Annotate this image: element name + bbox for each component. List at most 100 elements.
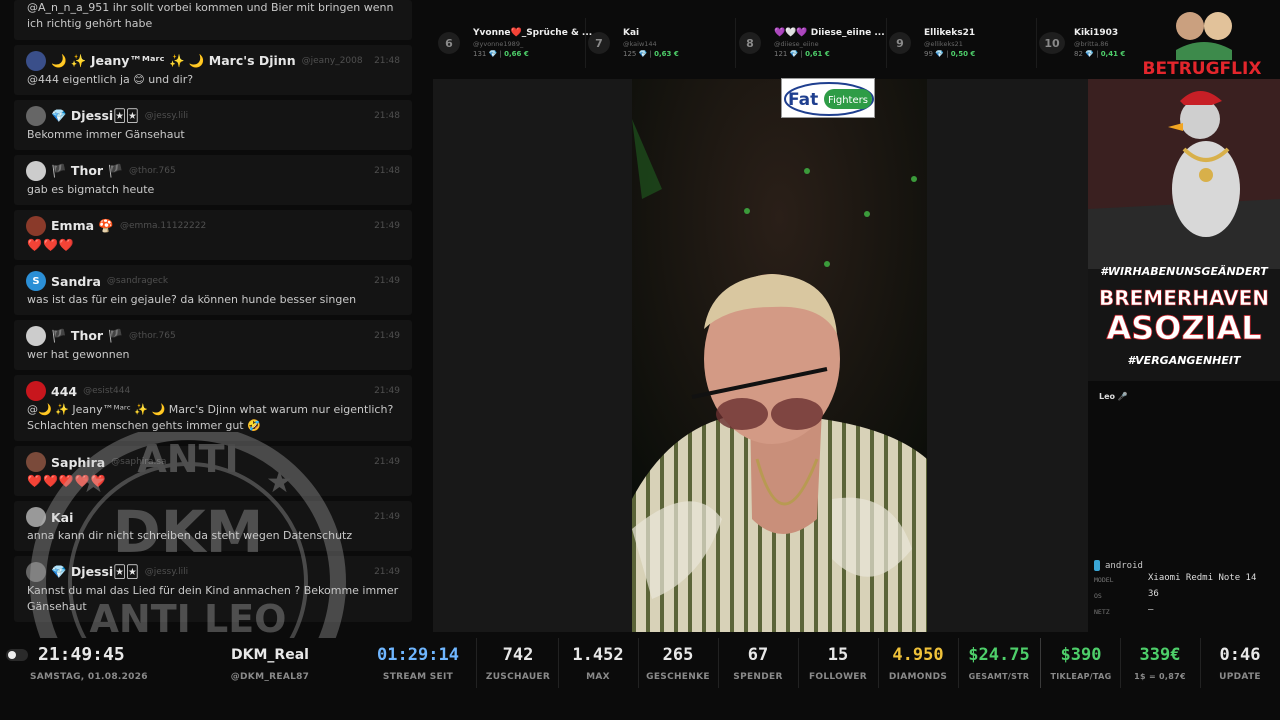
- rank-handle: @yvonne1989_: [473, 40, 524, 48]
- diamonds-label: DIAMONDS: [888, 672, 948, 682]
- channel-cell[interactable]: DKM_Real @DKM_REAL87: [200, 638, 340, 688]
- poster-line-2: ASOZIAL: [1106, 309, 1261, 347]
- rank-number: 9: [889, 32, 911, 54]
- rank-stats: 121 💎 | 0,61 €: [774, 50, 830, 58]
- top-gifter-ranking: 6 Yvonne❤️_Sprüche & ... @yvonne1989_ 13…: [433, 18, 1125, 70]
- rank-stats: 131 💎 | 0,66 €: [473, 50, 529, 58]
- diamond-icon: 💎: [1085, 50, 1094, 58]
- device-os-title: android: [1105, 560, 1143, 571]
- chat-username[interactable]: 🏴 Thor 🏴: [51, 163, 123, 179]
- diamond-icon: 💎: [638, 50, 648, 58]
- followers-label: FOLLOWER: [808, 672, 867, 682]
- chat-username[interactable]: Kai: [51, 510, 73, 525]
- followers-cell: 15 FOLLOWER: [800, 638, 876, 688]
- chat-timestamp: 21:49: [374, 567, 400, 577]
- followers-value: 15: [827, 645, 849, 665]
- device-netz: —: [1148, 605, 1154, 615]
- chat-username[interactable]: 444: [51, 384, 77, 399]
- device-os: 36: [1148, 589, 1159, 599]
- chat-username[interactable]: Emma 🍄: [51, 218, 114, 234]
- rank-number: 8: [739, 32, 761, 54]
- euro-value: 339€: [1139, 645, 1181, 665]
- ranking-entry[interactable]: 8 💜🤍💜 Diiese_eiine ... @diiese_eiine 121…: [739, 18, 887, 68]
- rank-name: Yvonne❤️_Sprüche & ...: [473, 28, 593, 38]
- co-host-label: Leo 🎤: [1099, 392, 1128, 401]
- rank-handle: @diiese_eiine: [774, 40, 819, 48]
- avatar: [26, 507, 46, 527]
- brand-name: BETRUGFLIX: [1143, 59, 1262, 78]
- device-netz-label: NETZ: [1094, 608, 1110, 616]
- chat-message-text: anna kann dir nicht schreiben da steht w…: [27, 529, 353, 542]
- chat-message: Kai 21:49 anna kann dir nicht schreiben …: [14, 501, 412, 551]
- chat-message-text: ❤️❤️❤️: [27, 238, 75, 252]
- chat-message-text: @A_n_n_a_951 ihr sollt vorbei kommen und…: [27, 1, 394, 30]
- channel-name: DKM_Real: [231, 647, 309, 663]
- diamond-icon: 💎: [935, 50, 944, 58]
- chat-message: 💎 Djessi🃏🃏 @jessy.lili 21:48 Bekomme imm…: [14, 100, 412, 150]
- avatar: [26, 326, 46, 346]
- diamond-icon: 💎: [488, 50, 498, 58]
- update-label: UPDATE: [1219, 672, 1261, 682]
- tikleap-value: $390: [1060, 645, 1102, 665]
- live-video-feed[interactable]: [632, 79, 927, 632]
- chat-message: 🌙 ✨ Jeany™ᴹᵃʳᶜ ✨ 🌙 Marc's Djinn @jeany_2…: [14, 45, 412, 95]
- rank-stats: 99 💎 | 0,50 €: [924, 50, 976, 58]
- chat-timestamp: 21:49: [374, 221, 400, 231]
- streamer-image: [632, 79, 927, 632]
- donors-value: 67: [747, 645, 769, 665]
- chat-message: Emma 🍄 @emma.11122222 21:49 ❤️❤️❤️: [14, 210, 412, 260]
- diamonds-cell: 4.950 DIAMONDS: [880, 638, 956, 688]
- poster-hashtag-bottom: #VERGANGENHEIT: [1128, 354, 1242, 367]
- chat-timestamp: 21:49: [374, 386, 400, 396]
- chat-handle: @thor.765: [129, 331, 176, 341]
- chat-username[interactable]: 🌙 ✨ Jeany™ᴹᵃʳᶜ ✨ 🌙 Marc's Djinn: [51, 53, 296, 69]
- chat-timestamp: 21:49: [374, 512, 400, 522]
- avatar: [26, 216, 46, 236]
- device-model: Xiaomi Redmi Note 14: [1148, 573, 1257, 583]
- chat-timestamp: 21:49: [374, 276, 400, 286]
- chat-username[interactable]: 🏴 Thor 🏴: [51, 328, 123, 344]
- chat-username[interactable]: Saphira: [51, 455, 105, 470]
- stream-time-label: STREAM SEIT: [382, 672, 454, 682]
- ranking-entry[interactable]: 10 Kiki1903 @britta.86 82 💎 | 0,41 €: [1039, 18, 1125, 68]
- rank-stats: 125 💎 | 0,63 €: [623, 50, 679, 58]
- chat-message-text: gab es bigmatch heute: [27, 183, 155, 196]
- viewers-label: ZUSCHAUER: [485, 672, 551, 682]
- rank-handle: @ellikeks21: [924, 40, 963, 48]
- date: SAMSTAG, 01.08.2026: [30, 672, 148, 682]
- chat-handle: @saphira.sa: [111, 457, 167, 467]
- chat-username[interactable]: 💎 Djessi🃏🃏: [51, 564, 139, 580]
- chat-handle: @emma.11122222: [119, 221, 207, 231]
- chat-message-text: Bekomme immer Gänsehaut: [27, 128, 185, 141]
- ranking-entry[interactable]: 6 Yvonne❤️_Sprüche & ... @yvonne1989_ 13…: [438, 18, 592, 68]
- chat-message-text: ❤️❤️❤️❤️❤️: [27, 474, 107, 488]
- diamond-icon: 💎: [789, 50, 799, 58]
- stream-time-cell: 01:29:14 STREAM SEIT: [372, 638, 464, 688]
- device-model-label: MODEL: [1094, 576, 1114, 584]
- toggle-switch[interactable]: [6, 649, 28, 661]
- chat-timestamp: 21:48: [374, 111, 400, 121]
- update-cell: 0:46 UPDATE: [1202, 638, 1278, 688]
- chat-message: 🏴 Thor 🏴 @thor.765 21:49 wer hat gewonne…: [14, 320, 412, 370]
- rank-name: Ellikeks21: [924, 28, 976, 38]
- chat-handle: @thor.765: [129, 166, 176, 176]
- stream-time: 01:29:14: [377, 645, 459, 665]
- gifts-cell: 265 GESCHENKE: [640, 638, 716, 688]
- donors-cell: 67 SPENDER: [720, 638, 796, 688]
- betrugflix-logo: BETRUGFLIX: [1140, 4, 1264, 79]
- ranking-entry[interactable]: 9 Ellikeks21 @ellikeks21 99 💎 | 0,50 €: [889, 18, 1037, 68]
- diamonds-value: 4.950: [892, 645, 944, 665]
- total-cell: $24.75 GESAMT/STR: [960, 638, 1038, 688]
- chat-timestamp: 21:49: [374, 457, 400, 467]
- stats-bar: 21:49:45 SAMSTAG, 01.08.2026 DKM_Real @D…: [0, 638, 1280, 720]
- clock: 21:49:45: [38, 644, 125, 665]
- ranking-entry[interactable]: 7 Kai @kaiw144 125 💎 | 0,63 €: [588, 18, 736, 68]
- chat-handle: @sandrageck: [106, 276, 169, 286]
- logo-word-fat: Fat: [788, 90, 818, 110]
- chat-username[interactable]: 💎 Djessi🃏🃏: [51, 108, 139, 124]
- chat-message: S Sandra @sandrageck 21:49 was ist das f…: [14, 265, 412, 315]
- rank-name: Kiki1903: [1074, 28, 1119, 38]
- chat-panel: @A_n_n_a_951 ihr sollt vorbei kommen und…: [14, 0, 412, 632]
- chat-username[interactable]: Sandra: [51, 274, 101, 289]
- rank-name: 💜🤍💜 Diiese_eiine ...: [774, 28, 885, 38]
